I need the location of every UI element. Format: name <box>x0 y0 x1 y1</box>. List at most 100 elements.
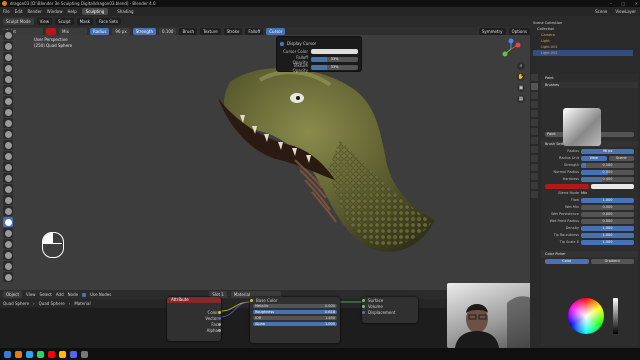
tab-gradient[interactable]: Gradient <box>590 258 634 264</box>
alpha-socket-icon[interactable] <box>218 328 221 332</box>
tool-crease[interactable] <box>3 118 13 128</box>
wet-mix-field[interactable]: 0.000 <box>581 204 634 210</box>
menu-help[interactable]: Help <box>67 9 76 14</box>
tool-clay-thumb[interactable] <box>3 74 13 84</box>
blend-mode-field[interactable]: Mix <box>581 190 634 196</box>
brush-color-swatch[interactable] <box>46 27 56 35</box>
menu-view[interactable]: View <box>36 18 53 25</box>
pan-hand-icon[interactable]: ✋ <box>517 73 525 81</box>
texture-opacity-slider[interactable]: 33% <box>311 65 358 70</box>
menu-sculpt[interactable]: Sculpt <box>55 18 74 25</box>
strength-field[interactable]: 0.100 <box>159 27 177 35</box>
tool-paint[interactable] <box>3 217 13 227</box>
hardness-field[interactable]: 0.400 <box>581 176 634 182</box>
volume-socket-icon[interactable] <box>362 304 365 308</box>
flow-field[interactable]: 1.000 <box>581 197 634 203</box>
cursor-color-swatch[interactable] <box>311 49 358 54</box>
surface-socket-icon[interactable] <box>362 298 365 302</box>
radius-field[interactable]: 96 px <box>112 27 130 35</box>
whatsapp-icon[interactable] <box>37 350 44 358</box>
value-slider[interactable] <box>613 298 618 334</box>
tab-modifier-icon[interactable] <box>531 137 538 144</box>
brush-menu[interactable]: Brush <box>179 27 198 35</box>
tab-material-icon[interactable] <box>531 182 538 189</box>
tab-render-icon[interactable] <box>531 83 538 90</box>
tool-scrape[interactable] <box>3 162 13 172</box>
window-controls[interactable]: – □ × <box>610 0 638 7</box>
tool-draw-sharp[interactable] <box>3 41 13 51</box>
color-wheel[interactable] <box>568 298 604 334</box>
falloff-opacity-slider[interactable]: 33% <box>311 57 358 62</box>
options-menu[interactable]: Options <box>508 27 530 35</box>
tab-scene-icon[interactable] <box>531 110 538 117</box>
radius-field[interactable]: 96 px <box>581 148 634 154</box>
breadcrumb-material[interactable]: Material <box>74 301 90 306</box>
tab-physics-icon[interactable] <box>531 155 538 162</box>
start-icon[interactable] <box>4 350 11 358</box>
maximize-icon[interactable]: □ <box>621 0 625 7</box>
tool-draw[interactable] <box>3 30 13 40</box>
camera-view-icon[interactable]: ▣ <box>517 84 525 92</box>
cursor-menu[interactable]: Cursor <box>266 27 286 35</box>
node-editor-type[interactable]: Object <box>3 291 23 298</box>
tab-particles-icon[interactable] <box>531 146 538 153</box>
tool-elastic-deform[interactable] <box>3 206 13 216</box>
menu-face-sets[interactable]: Face Sets <box>95 18 121 25</box>
radius-field-label[interactable]: Radius <box>90 27 110 35</box>
base-color-socket-icon[interactable] <box>250 298 253 302</box>
texture-menu[interactable]: Texture <box>200 27 221 35</box>
breadcrumb-mesh[interactable]: Quad Sphere <box>39 301 65 306</box>
zoom-icon[interactable]: ⌕ <box>517 62 525 70</box>
roughness-field[interactable]: Roughness 0.618 <box>253 309 337 315</box>
tool-smooth[interactable] <box>3 129 13 139</box>
menu-mask[interactable]: Mask <box>76 18 93 25</box>
color-socket-icon[interactable] <box>218 310 221 314</box>
tool-inflate[interactable] <box>3 96 13 106</box>
vector-socket-icon[interactable] <box>218 316 221 320</box>
tool-smear[interactable] <box>3 228 13 238</box>
tool-box-hide[interactable] <box>3 261 13 271</box>
tool-pinch[interactable] <box>3 184 13 194</box>
alpha-field[interactable]: Alpha 1.000 <box>253 321 337 327</box>
menu-window[interactable]: Window <box>47 9 63 14</box>
node-menu-view[interactable]: View <box>26 292 36 297</box>
color-picker-header[interactable]: Color Picker <box>541 251 638 257</box>
node-menu-add[interactable]: Add <box>56 292 64 297</box>
tab-world-icon[interactable] <box>531 119 538 126</box>
tool-blob[interactable] <box>3 107 13 117</box>
view-layer-selector[interactable]: ViewLayer <box>615 9 636 14</box>
strength-field[interactable]: 0.100 <box>581 162 634 168</box>
tool-layer[interactable] <box>3 85 13 95</box>
falloff-menu[interactable]: Falloff <box>245 27 264 35</box>
tool-mask[interactable] <box>3 239 13 249</box>
node-menu-select[interactable]: Select <box>40 292 52 297</box>
display-cursor-checkbox[interactable] <box>280 41 284 46</box>
tip-scale-x-field[interactable]: 1.000 <box>581 239 634 245</box>
tip-roundness-field[interactable]: 1.000 <box>581 232 634 238</box>
menu-file[interactable]: File <box>3 9 10 14</box>
mode-selector[interactable]: Sculpt Mode <box>3 18 34 25</box>
outliner-light-002[interactable]: Light.002 <box>533 50 633 56</box>
brush-color-field[interactable] <box>545 183 589 189</box>
secondary-color-field[interactable] <box>590 183 634 189</box>
blender-icon[interactable] <box>15 350 22 358</box>
discord-icon[interactable] <box>70 350 77 358</box>
grid-icon[interactable]: ▦ <box>517 95 525 103</box>
tool-fill[interactable] <box>3 151 13 161</box>
tool-clay[interactable] <box>3 52 13 62</box>
density-field[interactable]: 1.000 <box>581 225 634 231</box>
folder-icon[interactable] <box>59 350 66 358</box>
normal-radius-field[interactable]: 0.500 <box>581 169 634 175</box>
tab-color[interactable]: Color <box>545 258 589 264</box>
scene-selector[interactable]: Scene <box>595 9 607 14</box>
tab-view-layer-icon[interactable] <box>531 101 538 108</box>
tab-data-icon[interactable] <box>531 173 538 180</box>
principled-bsdf-node[interactable]: Base Color Metallic 0.000 Roughness 0.618 … <box>250 297 340 343</box>
use-nodes-checkbox[interactable] <box>82 292 87 297</box>
minimize-icon[interactable]: – <box>610 0 612 7</box>
tab-constraints-icon[interactable] <box>531 164 538 171</box>
material-output-node[interactable]: Surface Volume Displacement <box>362 297 418 323</box>
attribute-node[interactable]: Attribute Color Vector Fac Alpha <box>167 297 221 341</box>
radius-unit-scene[interactable]: Scene <box>608 155 634 161</box>
displacement-socket-icon[interactable] <box>362 310 365 314</box>
